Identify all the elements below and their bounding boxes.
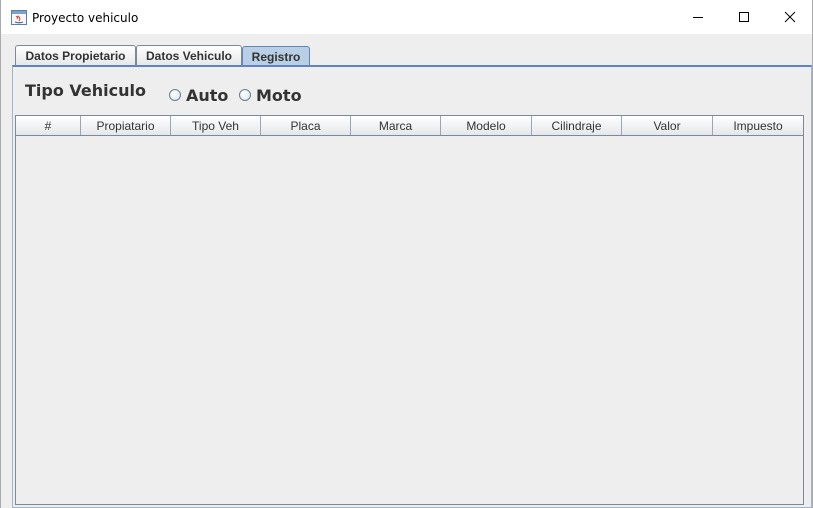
auto-radio[interactable]: Auto [169, 85, 228, 105]
column-header-valor[interactable]: Valor [622, 116, 713, 135]
tab-registro[interactable]: Registro [242, 46, 310, 66]
radio-circle-icon [169, 89, 181, 101]
table-body[interactable] [16, 137, 803, 504]
tipo-vehiculo-label: Tipo Vehiculo [25, 81, 146, 100]
column-header-number[interactable]: # [16, 116, 81, 135]
column-header-propietario[interactable]: Propiatario [81, 116, 171, 135]
title-bar[interactable]: Proyecto vehiculo [1, 0, 812, 34]
column-header-modelo[interactable]: Modelo [441, 116, 532, 135]
tab-datos-vehiculo[interactable]: Datos Vehiculo [136, 45, 242, 66]
moto-radio-label: Moto [256, 85, 302, 105]
column-header-placa[interactable]: Placa [261, 116, 351, 135]
close-button[interactable] [767, 0, 813, 34]
registro-panel: Tipo Vehiculo Auto Moto # Propiatario Ti… [12, 65, 812, 508]
minimize-icon [693, 17, 703, 18]
minimize-button[interactable] [675, 0, 721, 34]
client-area: Datos Propietario Datos Vehiculo Registr… [1, 34, 812, 508]
window-title: Proyecto vehiculo [32, 11, 139, 25]
column-header-cilindraje[interactable]: Cilindraje [532, 116, 622, 135]
column-header-marca[interactable]: Marca [351, 116, 441, 135]
maximize-button[interactable] [721, 0, 767, 34]
auto-radio-label: Auto [186, 85, 229, 105]
column-header-impuesto[interactable]: Impuesto [713, 116, 803, 135]
application-window: Proyecto vehiculo Datos Propietario Dato… [0, 0, 813, 508]
moto-radio[interactable]: Moto [239, 85, 302, 105]
registro-table[interactable]: # Propiatario Tipo Veh Placa Marca Model… [15, 115, 804, 505]
table-header: # Propiatario Tipo Veh Placa Marca Model… [16, 116, 803, 136]
maximize-icon [739, 12, 749, 22]
tab-datos-propietario[interactable]: Datos Propietario [15, 45, 136, 66]
java-app-icon [11, 10, 27, 25]
radio-circle-icon [239, 89, 251, 101]
close-icon [784, 11, 796, 23]
column-header-tipo-veh[interactable]: Tipo Veh [171, 116, 261, 135]
